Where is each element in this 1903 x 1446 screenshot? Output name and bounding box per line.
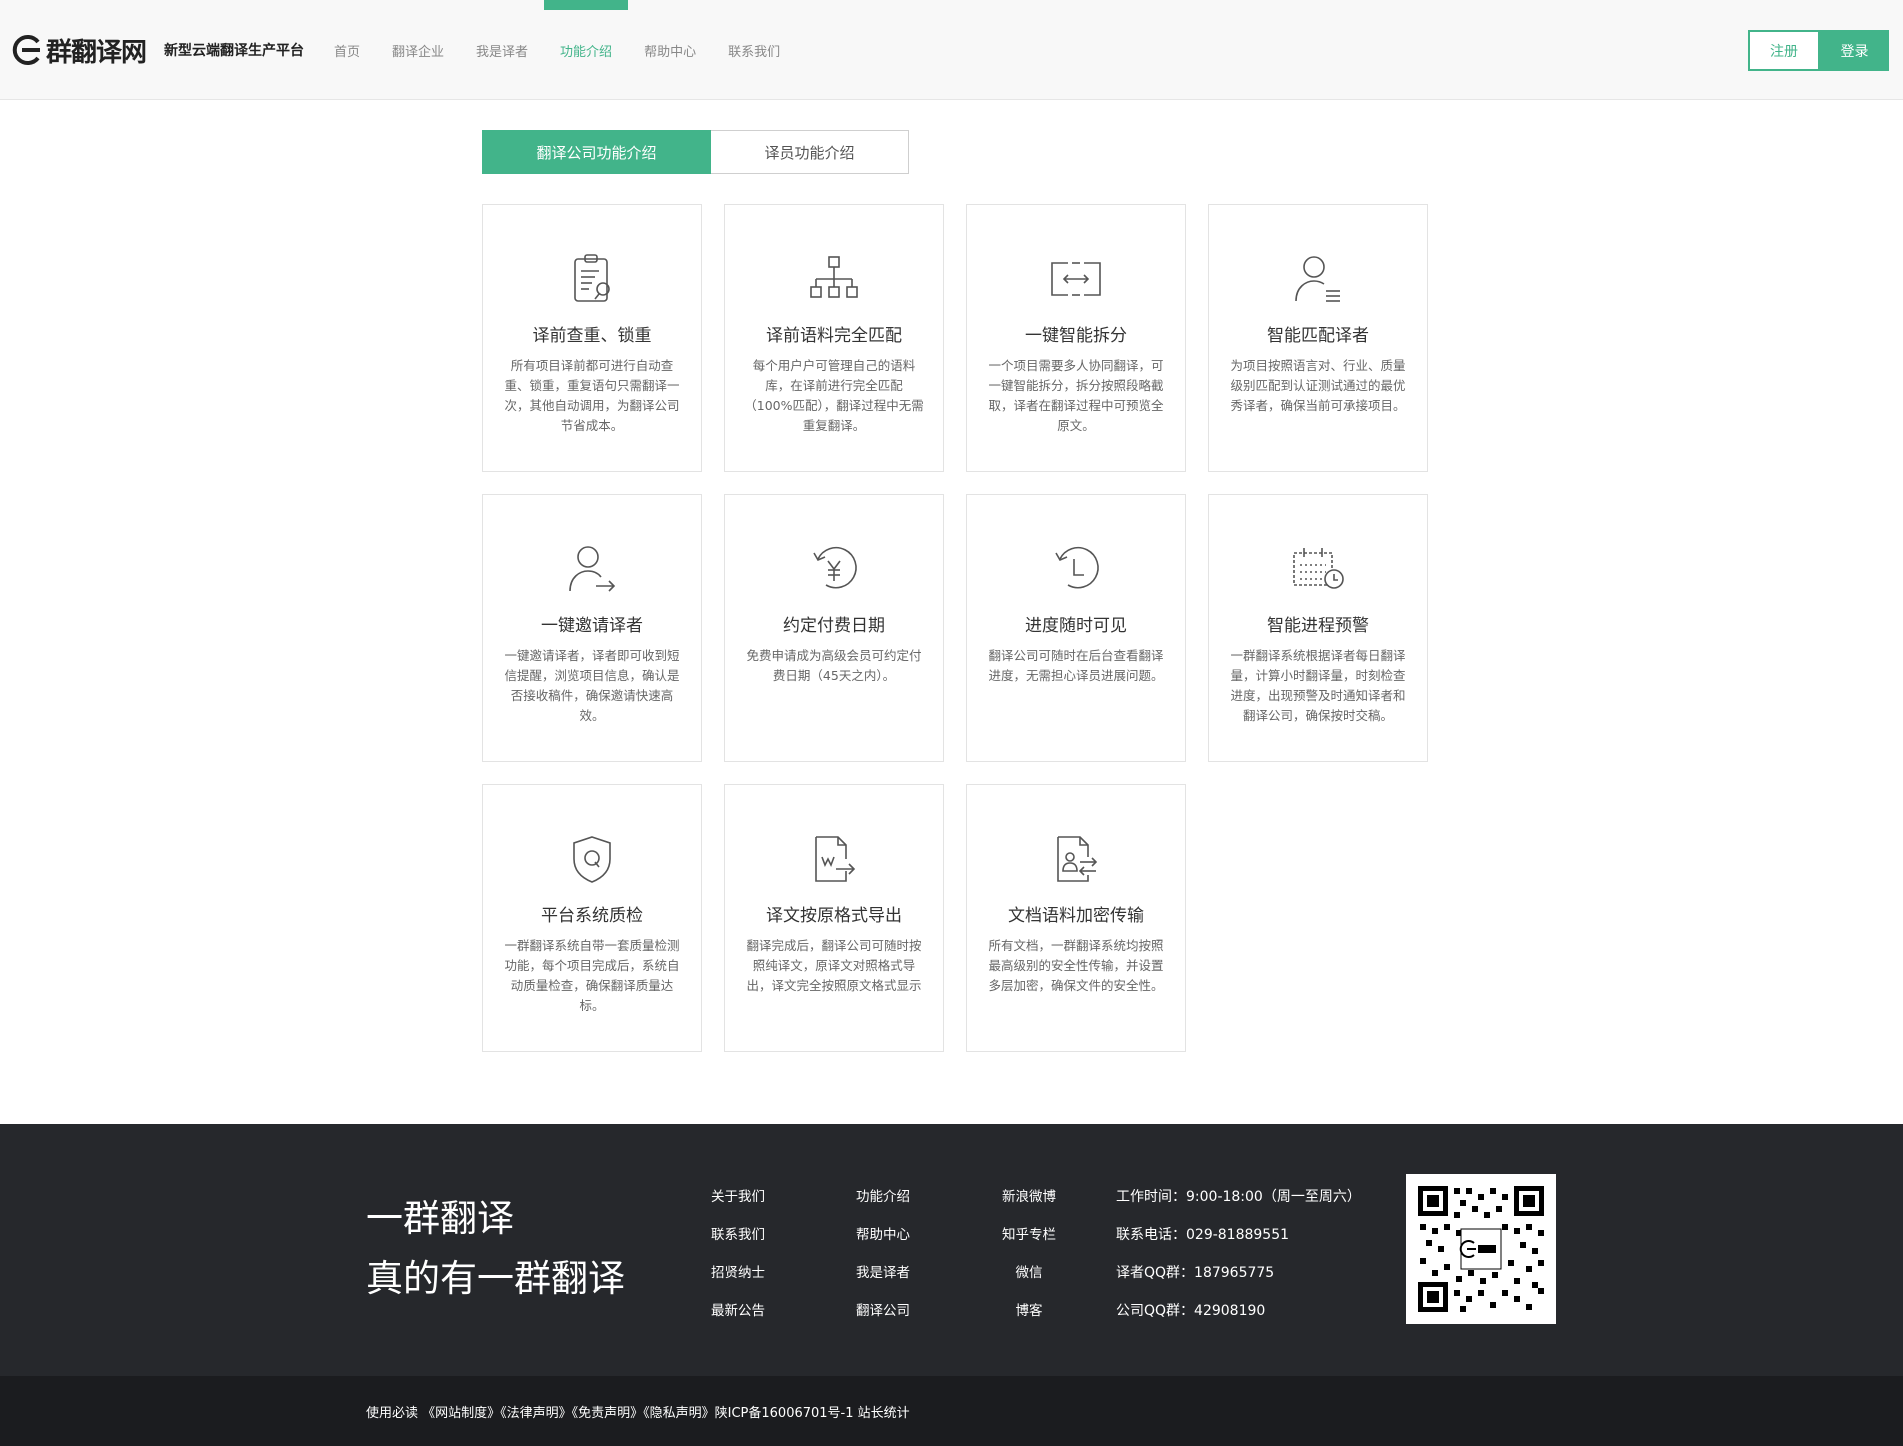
work-hours: 工作时间：9:00-18:00（周一至周六） [1116,1189,1361,1205]
feature-card: 进度随时可见 翻译公司可随时在后台查看翻译进度，无需担心译员进展问题。 [966,494,1186,762]
feature-card: 平台系统质检 一群翻译系统自带一套质量检测功能，每个项目完成后，系统自动质量检查… [482,784,702,1052]
feature-desc: 翻译公司可随时在后台查看翻译进度，无需担心译员进展问题。 [988,648,1164,683]
feature-title: 文档语料加密传输 [1008,906,1144,926]
feature-title: 智能进程预警 [1267,616,1369,636]
site-footer: 一群翻译 真的有一群翻译 关于我们 联系我们 招贤纳士 最新公告 功能介绍 帮助… [0,1124,1903,1376]
feature-desc: 每个用户户可管理自己的语料库，在译前进行完全匹配（100%匹配），翻译过程中无需… [744,358,924,433]
wechat-qr-code [1406,1174,1556,1324]
shield-q-icon [573,836,611,883]
user-list-icon [1295,256,1340,302]
nav-item-features[interactable]: 功能介绍 [544,0,629,100]
feature-grid: 译前查重、锁重 所有项目译前都可进行自动查重、锁重，重复语句只需翻译一次，其他自… [482,204,1430,1052]
footer-bottom-bar: 使用必读 《网站制度》《法律声明》《免责声明》《隐私声明》陕ICP备160067… [0,1376,1903,1446]
footer-link-blog[interactable]: 博客 [1000,1292,1058,1330]
feature-desc: 翻译完成后，翻译公司可随时按照纯译文，原译文对照格式导出，译文完全按照原文格式显… [746,938,922,993]
feature-tabs: 翻译公司功能介绍 译员功能介绍 [482,130,909,174]
footer-link-zhihu[interactable]: 知乎专栏 [1000,1216,1058,1254]
feature-card: 译前语料完全匹配 每个用户户可管理自己的语料库，在译前进行完全匹配（100%匹配… [724,204,944,472]
register-button[interactable]: 注册 [1748,30,1820,71]
footer-link-news[interactable]: 最新公告 [711,1292,765,1330]
feature-card: 智能匹配译者 为项目按照语言对、行业、质量级别匹配到认证测试通过的最优秀译者，确… [1208,204,1428,472]
doc-secure-icon [1057,836,1098,882]
calendar-alarm-icon [1293,548,1344,589]
feature-title: 约定付费日期 [783,616,885,636]
logo-text: 群翻译网 [46,37,147,68]
footer-contact: 工作时间：9:00-18:00（周一至周六） 联系电话：029-81889551… [1116,1178,1361,1330]
footer-slogan: 一群翻译 真的有一群翻译 [366,1189,625,1309]
footer-links-social: 新浪微博 知乎专栏 微信 博客 [1000,1178,1058,1330]
footer-link-careers[interactable]: 招贤纳士 [711,1254,765,1292]
feature-title: 一键智能拆分 [1025,326,1127,346]
split-frame-icon [1051,262,1101,296]
feature-desc: 所有文档，一群翻译系统均按照最高级别的安全性传输，并设置多层加密，确保文件的安全… [988,938,1164,993]
feature-card: 译文按原格式导出 翻译完成后，翻译公司可随时按照纯译文，原译文对照格式导出，译文… [724,784,944,1052]
footer-link-about[interactable]: 关于我们 [711,1178,765,1216]
login-button[interactable]: 登录 [1820,30,1889,71]
feature-card: 译前查重、锁重 所有项目译前都可进行自动查重、锁重，重复语句只需翻译一次，其他自… [482,204,702,472]
nav-item-home[interactable]: 首页 [318,0,376,100]
phone-number: 联系电话：029-81889551 [1116,1227,1290,1243]
feature-desc: 一群翻译系统根据译者每日翻译量，计算小时翻译量，时刻检查进度，出现预警及时通知译… [1230,648,1406,723]
doc-export-icon [815,836,856,882]
nav-item-enterprise[interactable]: 翻译企业 [376,0,460,100]
footer-slogan-line1: 一群翻译 [366,1197,514,1240]
footer-slogan-line2: 真的有一群翻译 [366,1257,625,1300]
clock-history-icon [1055,546,1099,589]
feature-title: 智能匹配译者 [1267,326,1369,346]
feature-title: 译文按原格式导出 [766,906,902,926]
footer-link-translator[interactable]: 我是译者 [856,1254,910,1292]
feature-card: 约定付费日期 免费申请成为高级会员可约定付费日期（45天之内）。 [724,494,944,762]
tab-company-features[interactable]: 翻译公司功能介绍 [482,130,711,174]
feature-desc: 一键邀请译者，译者即可收到短信提醒，浏览项目信息，确认是否接收稿件，确保邀请快速… [504,648,680,723]
auth-buttons: 注册 登录 [1748,30,1889,71]
header-slogan: 新型云端翻译生产平台 [164,43,304,59]
footer-links-about: 关于我们 联系我们 招贤纳士 最新公告 [711,1178,765,1330]
user-invite-icon [569,546,616,592]
feature-desc: 一个项目需要多人协同翻译，可一键智能拆分，拆分按照段略截取，译者在翻译过程中可预… [988,358,1164,433]
site-logo[interactable]: 群翻译网 [10,33,147,68]
nav-item-contact[interactable]: 联系我们 [712,0,796,100]
footer-link-contact[interactable]: 联系我们 [711,1216,765,1254]
clipboard-check-icon [574,254,610,302]
feature-desc: 所有项目译前都可进行自动查重、锁重，重复语句只需翻译一次，其他自动调用，为翻译公… [504,358,680,433]
feature-title: 平台系统质检 [541,906,643,926]
footer-link-weibo[interactable]: 新浪微博 [1000,1178,1058,1216]
org-chart-icon [810,256,858,298]
feature-title: 一键邀请译者 [541,616,643,636]
logo-mark-icon [12,35,40,65]
footer-link-features[interactable]: 功能介绍 [856,1178,910,1216]
main-nav: 首页 翻译企业 我是译者 功能介绍 帮助中心 联系我们 [318,0,796,100]
footer-link-help[interactable]: 帮助中心 [856,1216,910,1254]
nav-item-translator[interactable]: 我是译者 [460,0,544,100]
feature-card: 一键智能拆分 一个项目需要多人协同翻译，可一键智能拆分，拆分按照段略截取，译者在… [966,204,1186,472]
legal-links[interactable]: 使用必读 《网站制度》《法律声明》《免责声明》《隐私声明》陕ICP备160067… [366,1402,910,1421]
feature-desc: 免费申请成为高级会员可约定付费日期（45天之内）。 [746,648,922,683]
feature-card: 一键邀请译者 一键邀请译者，译者即可收到短信提醒，浏览项目信息，确认是否接收稿件… [482,494,702,762]
feature-title: 进度随时可见 [1025,616,1127,636]
feature-desc: 为项目按照语言对、行业、质量级别匹配到认证测试通过的最优秀译者，确保当前可承接项… [1230,358,1406,413]
feature-title: 译前查重、锁重 [532,326,652,346]
feature-desc: 一群翻译系统自带一套质量检测功能，每个项目完成后，系统自动质量检查，确保翻译质量… [504,938,680,1013]
yen-cycle-icon [813,546,857,589]
footer-links-features: 功能介绍 帮助中心 我是译者 翻译公司 [856,1178,910,1330]
feature-title: 译前语料完全匹配 [766,326,902,346]
feature-card: 智能进程预警 一群翻译系统根据译者每日翻译量，计算小时翻译量，时刻检查进度，出现… [1208,494,1428,762]
qr-code-icon [1416,1184,1546,1314]
top-header: 群翻译网 新型云端翻译生产平台 首页 翻译企业 我是译者 功能介绍 帮助中心 联… [0,0,1903,100]
nav-item-help[interactable]: 帮助中心 [628,0,712,100]
translator-qq-group: 译者QQ群：187965775 [1116,1265,1275,1281]
footer-link-wechat[interactable]: 微信 [1000,1254,1058,1292]
tab-translator-features[interactable]: 译员功能介绍 [711,130,909,174]
footer-link-company[interactable]: 翻译公司 [856,1292,910,1330]
company-qq-group: 公司QQ群：42908190 [1116,1303,1266,1319]
feature-card: 文档语料加密传输 所有文档，一群翻译系统均按照最高级别的安全性传输，并设置多层加… [966,784,1186,1052]
